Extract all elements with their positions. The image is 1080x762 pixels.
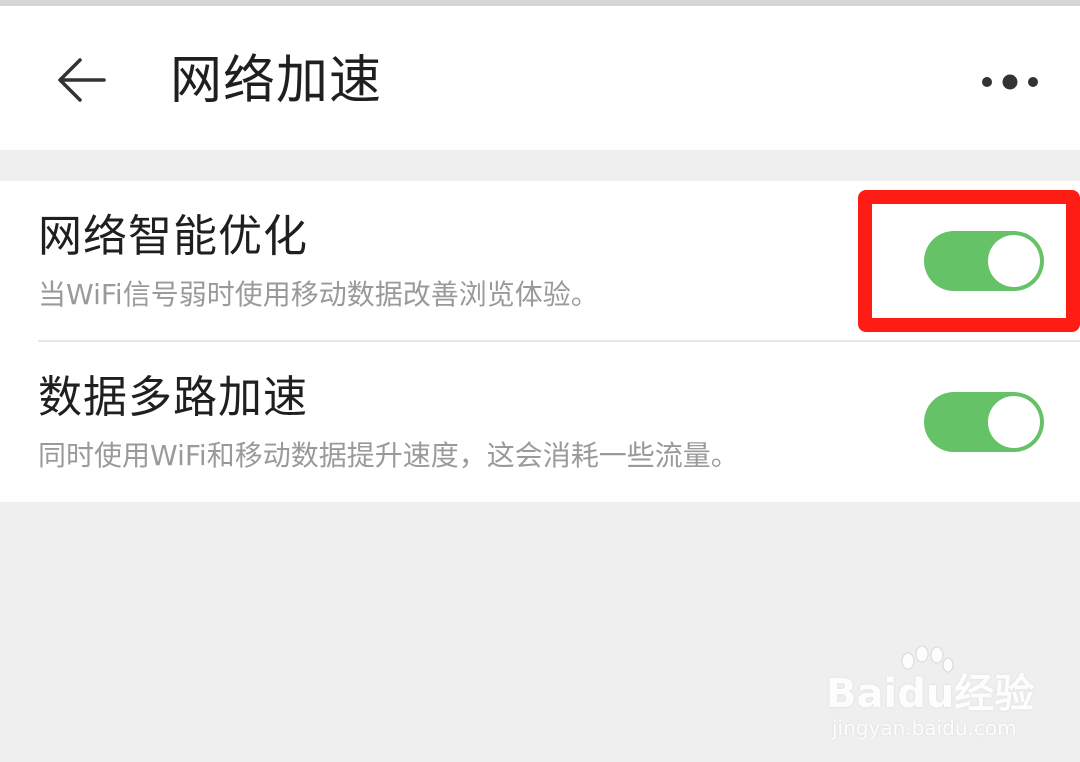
page-title: 网络加速 bbox=[170, 51, 383, 111]
multipath-acceleration-toggle[interactable] bbox=[924, 392, 1044, 452]
setting-description: 同时使用WiFi和移动数据提升速度，这会消耗一些流量。 bbox=[38, 439, 739, 472]
toggle-knob bbox=[988, 235, 1040, 287]
setting-description: 当WiFi信号弱时使用移动数据改善浏览体验。 bbox=[38, 278, 599, 311]
setting-title: 网络智能优化 bbox=[38, 211, 308, 262]
app-bar: 网络加速 bbox=[0, 6, 1080, 150]
more-dots-icon bbox=[982, 74, 1038, 90]
watermark: Baidu经验 jingyan.baidu.com bbox=[826, 645, 1036, 745]
network-optimization-toggle[interactable] bbox=[924, 231, 1044, 291]
back-button[interactable] bbox=[44, 42, 120, 118]
back-arrow-icon bbox=[58, 58, 106, 102]
watermark-logo: Baidu经验 bbox=[826, 671, 1035, 717]
toggle-knob bbox=[988, 396, 1040, 448]
setting-row-multipath-acceleration: 数据多路加速 同时使用WiFi和移动数据提升速度，这会消耗一些流量。 bbox=[0, 342, 1080, 502]
setting-row-network-optimization: 网络智能优化 当WiFi信号弱时使用移动数据改善浏览体验。 bbox=[0, 181, 1080, 342]
settings-list: 网络智能优化 当WiFi信号弱时使用移动数据改善浏览体验。 数据多路加速 同时使… bbox=[0, 181, 1080, 502]
more-options-button[interactable] bbox=[968, 52, 1052, 112]
watermark-url: jingyan.baidu.com bbox=[832, 716, 1017, 740]
setting-title: 数据多路加速 bbox=[38, 372, 308, 423]
